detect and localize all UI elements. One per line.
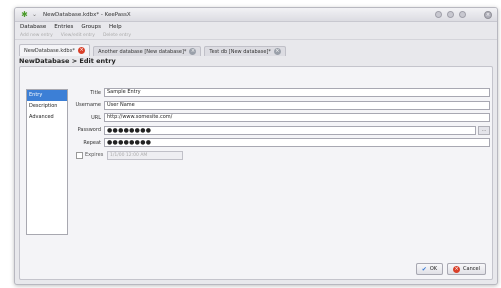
app-window: ✱ ⌄ NewDatabase.kdbx* - KeePassX × Datab… (14, 7, 498, 285)
url-field[interactable]: http://www.somesite.com/ (104, 113, 490, 122)
expires-checkbox[interactable] (76, 151, 83, 159)
cancel-icon: × (453, 265, 461, 273)
keepassx-logo-icon: ✱ (21, 10, 28, 19)
ok-label: OK (429, 266, 438, 272)
toolbar-add-entry[interactable]: Add new entry (20, 33, 53, 38)
cancel-button[interactable]: × Cancel (447, 263, 486, 275)
sidebar-item-entry[interactable]: Entry (27, 90, 67, 101)
username-label: Username (75, 102, 102, 108)
menu-bar: Database Entries Groups Help (15, 22, 497, 31)
menu-help[interactable]: Help (109, 24, 122, 30)
reveal-password-button[interactable]: ... (478, 125, 490, 135)
menu-database[interactable]: Database (20, 24, 46, 30)
close-window-button[interactable]: × (484, 10, 492, 19)
toolbar: Add new entry View/edit entry Delete ent… (15, 31, 497, 40)
pin-icon[interactable]: ⌄ (32, 11, 39, 18)
expires-date-field[interactable]: 1/1/00 12:00 AM (107, 150, 183, 160)
edit-entry-panel: Entry Description Advanced Title Sample … (19, 66, 493, 280)
toolbar-edit-entry[interactable]: View/edit entry (61, 33, 95, 38)
window-title: NewDatabase.kdbx* - KeePassX (43, 11, 131, 18)
url-label: URL (91, 114, 101, 121)
repeat-label: Repeat (83, 139, 101, 146)
ok-button[interactable]: ✔ OK (415, 263, 444, 275)
database-tabs: NewDatabase.kdbx* × Another database [Ne… (15, 42, 497, 56)
minimize-button[interactable] (435, 11, 442, 18)
sidebar-item-advanced[interactable]: Advanced (27, 112, 67, 123)
expires-label: Expires (85, 152, 104, 158)
page-title: NewDatabase > Edit entry (19, 57, 116, 65)
entry-form: Title Sample Entry Username User Name UR… (70, 87, 490, 161)
cancel-label: Cancel (463, 266, 480, 272)
tab-label: Another database [New database]* (98, 48, 187, 55)
tab-label: NewDatabase.kdbx* (24, 47, 76, 54)
sidebar-item-description[interactable]: Description (27, 101, 67, 112)
close-tab-icon[interactable]: × (78, 47, 86, 54)
title-label: Title (90, 89, 101, 96)
checkmark-icon: ✔ (421, 265, 427, 273)
close-tab-icon[interactable]: × (273, 48, 281, 55)
tab-another-database[interactable]: Another database [New database]* × (93, 46, 202, 56)
entry-category-list: Entry Description Advanced (26, 89, 68, 235)
repeat-password-field[interactable]: ●●●●●●●● (104, 138, 490, 147)
restore-button[interactable] (459, 11, 466, 18)
title-field[interactable]: Sample Entry (104, 88, 490, 97)
username-field[interactable]: User Name (104, 100, 490, 110)
password-field[interactable]: ●●●●●●●● (104, 125, 476, 135)
dialog-buttons: ✔ OK × Cancel (415, 263, 486, 275)
tab-label: Test db [New database]* (209, 48, 271, 55)
menu-groups[interactable]: Groups (81, 24, 101, 30)
menu-entries[interactable]: Entries (54, 24, 73, 30)
toolbar-delete-entry[interactable]: Delete entry (103, 33, 131, 38)
maximize-button[interactable] (447, 11, 454, 18)
tab-test-db[interactable]: Test db [New database]* × (204, 46, 286, 56)
password-label: Password (77, 127, 101, 133)
close-tab-icon[interactable]: × (189, 48, 197, 55)
tab-newdatabase[interactable]: NewDatabase.kdbx* × (19, 44, 91, 56)
title-bar: ✱ ⌄ NewDatabase.kdbx* - KeePassX × (15, 8, 497, 22)
